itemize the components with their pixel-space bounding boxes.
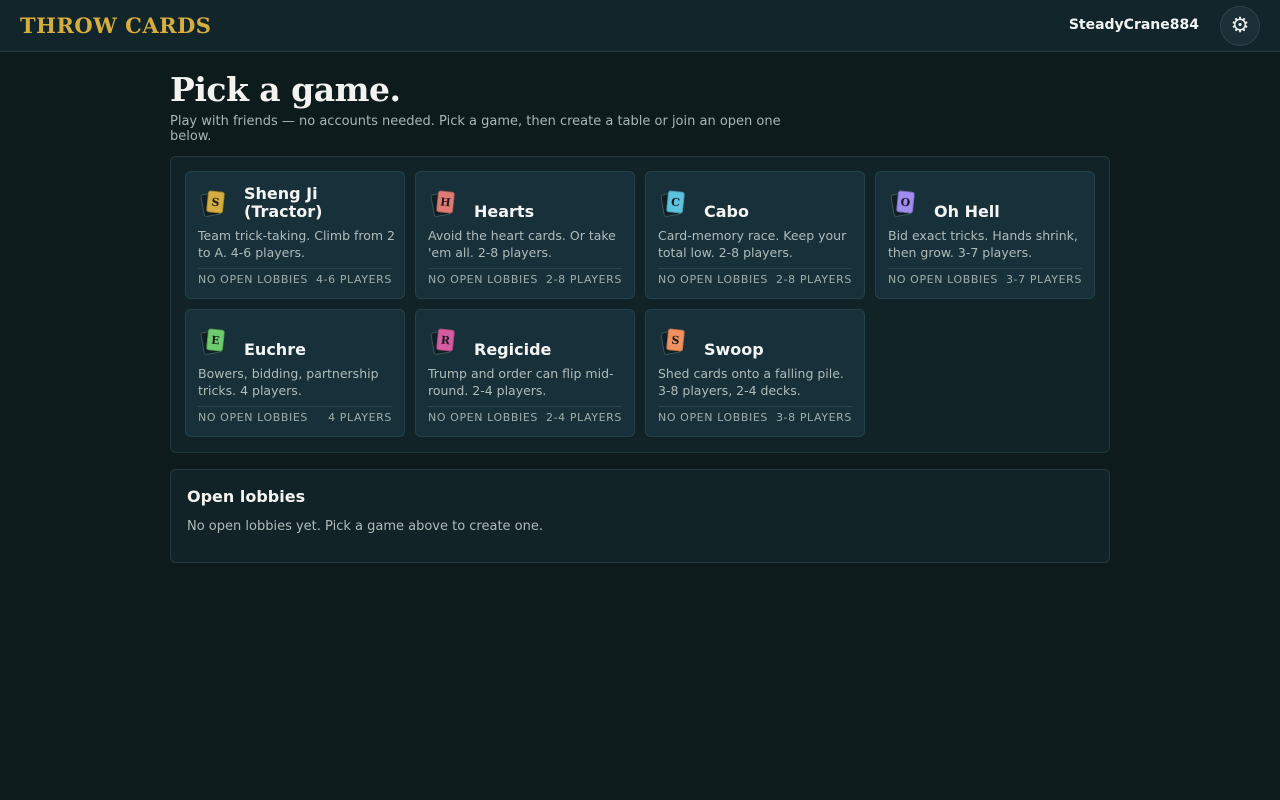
game-title: Hearts <box>474 202 535 221</box>
games-panel: S Sheng Ji (Tractor) Team trick-taking. … <box>170 156 1110 453</box>
game-card-cabo[interactable]: C Cabo Card-memory race. Keep your total… <box>645 171 865 299</box>
gear-icon: ⚙ <box>1230 13 1250 37</box>
game-description: Bid exact tricks. Hands shrink, then gro… <box>888 228 1078 260</box>
page-subtitle: Play with friends — no accounts needed. … <box>170 114 781 144</box>
lobby-status: NO OPEN LOBBIES <box>428 411 539 424</box>
player-count: 2-4 PLAYERS <box>545 411 622 424</box>
game-card-footer: NO OPEN LOBBIES 3-8 PLAYERS <box>658 406 852 424</box>
open-lobbies-empty-message: No open lobbies yet. Pick a game above t… <box>187 519 544 534</box>
game-card-oh-hell[interactable]: O Oh Hell Bid exact tricks. Hands shrink… <box>875 171 1095 299</box>
lobby-status: NO OPEN LOBBIES <box>198 273 309 286</box>
player-count: 2-8 PLAYERS <box>775 273 852 286</box>
player-count: 2-8 PLAYERS <box>545 273 622 286</box>
game-card-regicide[interactable]: R Regicide Trump and order can flip mid-… <box>415 309 635 437</box>
game-card-euchre[interactable]: E Euchre Bowers, bidding, partnership tr… <box>185 309 405 437</box>
game-card-footer: NO OPEN LOBBIES 4-6 PLAYERS <box>198 268 392 286</box>
card-icon: H <box>430 190 456 218</box>
game-card-footer: NO OPEN LOBBIES 4 PLAYERS <box>198 406 392 424</box>
lobby-status: NO OPEN LOBBIES <box>658 273 769 286</box>
lobby-status: NO OPEN LOBBIES <box>888 273 999 286</box>
game-description: Bowers, bidding, partnership tricks. 4 p… <box>198 366 379 398</box>
game-description: Trump and order can flip mid-round. 2-4 … <box>428 366 614 398</box>
card-icon: R <box>430 328 456 356</box>
lobby-status: NO OPEN LOBBIES <box>428 273 539 286</box>
game-description: Team trick-taking. Climb from 2 to A. 4-… <box>198 228 395 260</box>
player-count: 4-6 PLAYERS <box>315 273 392 286</box>
game-title: Sheng Ji (Tractor) <box>244 184 323 221</box>
game-title: Regicide <box>474 340 552 359</box>
game-card-footer: NO OPEN LOBBIES 2-8 PLAYERS <box>428 268 622 286</box>
settings-button[interactable]: ⚙ <box>1220 6 1260 46</box>
card-icon: S <box>200 190 226 218</box>
card-icon: E <box>200 328 226 356</box>
player-count: 3-7 PLAYERS <box>1005 273 1082 286</box>
open-lobbies-title: Open lobbies <box>187 487 306 506</box>
game-description: Shed cards onto a falling pile. 3-8 play… <box>658 366 844 398</box>
player-count: 3-8 PLAYERS <box>775 411 852 424</box>
game-description: Card-memory race. Keep your total low. 2… <box>658 228 847 260</box>
game-title: Oh Hell <box>934 202 1000 221</box>
brand-logo[interactable]: THROW CARDS <box>20 13 211 38</box>
player-count: 4 PLAYERS <box>328 411 392 424</box>
top-bar: THROW CARDS SteadyCrane884 ⚙ <box>0 0 1280 52</box>
game-card-footer: NO OPEN LOBBIES 3-7 PLAYERS <box>888 268 1082 286</box>
game-card-hearts[interactable]: H Hearts Avoid the heart cards. Or take … <box>415 171 635 299</box>
lobby-status: NO OPEN LOBBIES <box>198 411 309 424</box>
game-title: Cabo <box>704 202 749 221</box>
lobby-status: NO OPEN LOBBIES <box>658 411 769 424</box>
page-title: Pick a game. <box>170 70 401 109</box>
game-description: Avoid the heart cards. Or take 'em all. … <box>428 228 616 260</box>
game-title: Euchre <box>244 340 306 359</box>
card-icon: C <box>660 190 686 218</box>
game-card-footer: NO OPEN LOBBIES 2-8 PLAYERS <box>658 268 852 286</box>
game-title: Swoop <box>704 340 764 359</box>
open-lobbies-panel: Open lobbies No open lobbies yet. Pick a… <box>170 469 1110 563</box>
game-card-sheng-ji[interactable]: S Sheng Ji (Tractor) Team trick-taking. … <box>185 171 405 299</box>
game-card-footer: NO OPEN LOBBIES 2-4 PLAYERS <box>428 406 622 424</box>
card-icon: O <box>890 190 916 218</box>
card-icon: S <box>660 328 686 356</box>
username-label: SteadyCrane884 <box>1068 17 1199 33</box>
game-card-swoop[interactable]: S Swoop Shed cards onto a falling pile. … <box>645 309 865 437</box>
